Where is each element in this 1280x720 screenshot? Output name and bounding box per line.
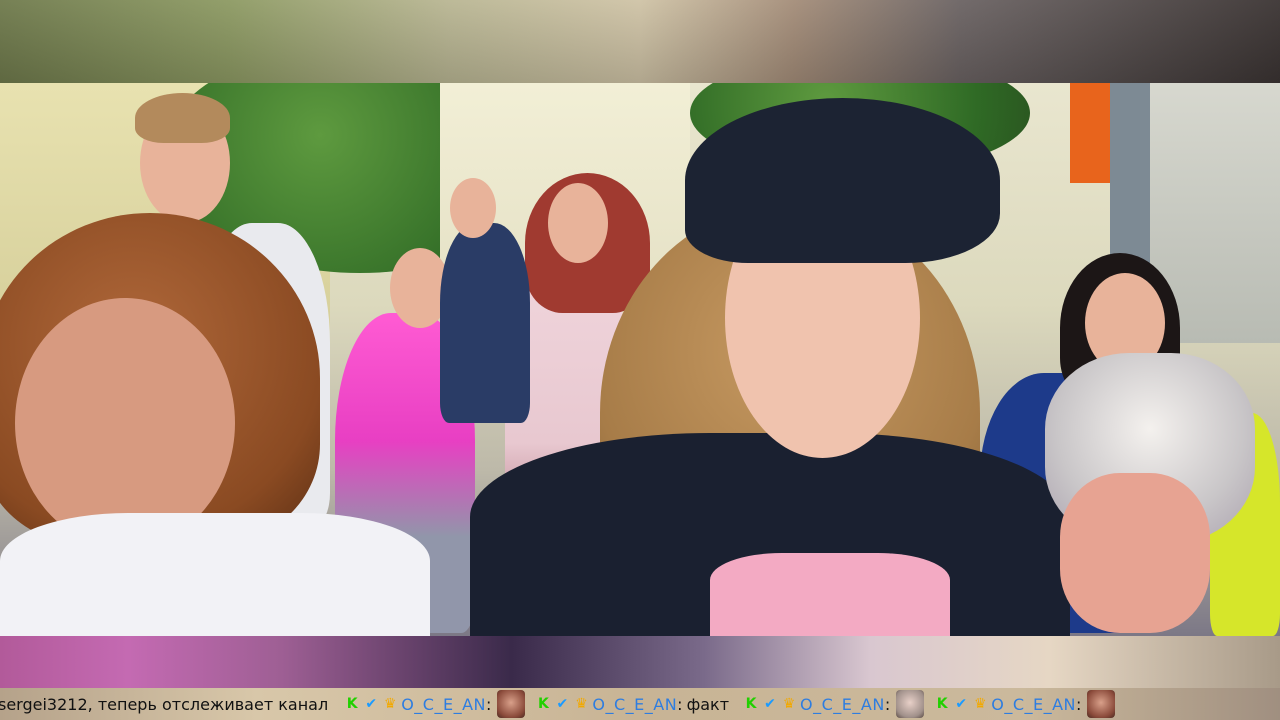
face-emote-icon <box>1087 690 1116 718</box>
blurred-background-bottom <box>0 636 1280 688</box>
person-background-red-hair-head <box>548 183 608 263</box>
person-background-blue <box>440 223 530 423</box>
chat-entry: K ✔ ♛ O_C_E_AN : <box>743 690 934 718</box>
chat-entry: K ✔ ♛ O_C_E_AN : <box>344 690 535 718</box>
check-badge-icon: ✔ <box>365 696 378 712</box>
person-background-male-hair <box>135 93 230 143</box>
check-badge-icon: ✔ <box>955 696 968 712</box>
chat-entry: K ✔ ♛ O_C_E_AN : факт <box>535 695 743 714</box>
chat-separator: : <box>485 694 492 714</box>
check-badge-icon: ✔ <box>764 696 776 712</box>
k-badge-icon: K <box>537 696 549 712</box>
chat-message-text: факт <box>686 694 730 714</box>
k-badge-icon: K <box>936 696 948 712</box>
crown-badge-icon: ♛ <box>383 696 397 712</box>
face-emote-icon <box>497 690 526 718</box>
girl-main-hand <box>1060 473 1210 633</box>
crown-badge-icon: ♛ <box>782 696 796 712</box>
crown-badge-icon: ♛ <box>973 696 987 712</box>
woman-left-shirt <box>0 513 430 636</box>
chat-separator: : <box>884 694 891 714</box>
chat-username[interactable]: O_C_E_AN <box>401 695 486 714</box>
follow-message: sergei3212, теперь отслеживает канал <box>0 694 329 714</box>
chat-username[interactable]: O_C_E_AN <box>592 695 677 714</box>
chat-username[interactable]: O_C_E_AN <box>991 695 1076 714</box>
chat-separator: : <box>677 694 683 714</box>
flag-orange <box>1070 83 1115 183</box>
person-background-blue-head <box>450 178 496 238</box>
chat-username[interactable]: O_C_E_AN <box>800 695 885 714</box>
chat-ticker: sergei3212, теперь отслеживает канал K ✔… <box>0 688 1280 720</box>
chat-separator: : <box>1076 694 1082 714</box>
blurred-background-top <box>0 0 1280 83</box>
k-badge-icon: K <box>745 696 757 712</box>
check-badge-icon: ✔ <box>556 696 569 712</box>
video-frame <box>0 83 1280 636</box>
face-emote-icon <box>896 690 925 718</box>
woman-left-face <box>15 298 235 548</box>
k-badge-icon: K <box>346 696 358 712</box>
girl-main-top <box>710 553 950 636</box>
crown-badge-icon: ♛ <box>575 696 588 712</box>
cap-icon <box>685 98 1000 263</box>
chat-entry: K ✔ ♛ O_C_E_AN : <box>934 690 1125 718</box>
